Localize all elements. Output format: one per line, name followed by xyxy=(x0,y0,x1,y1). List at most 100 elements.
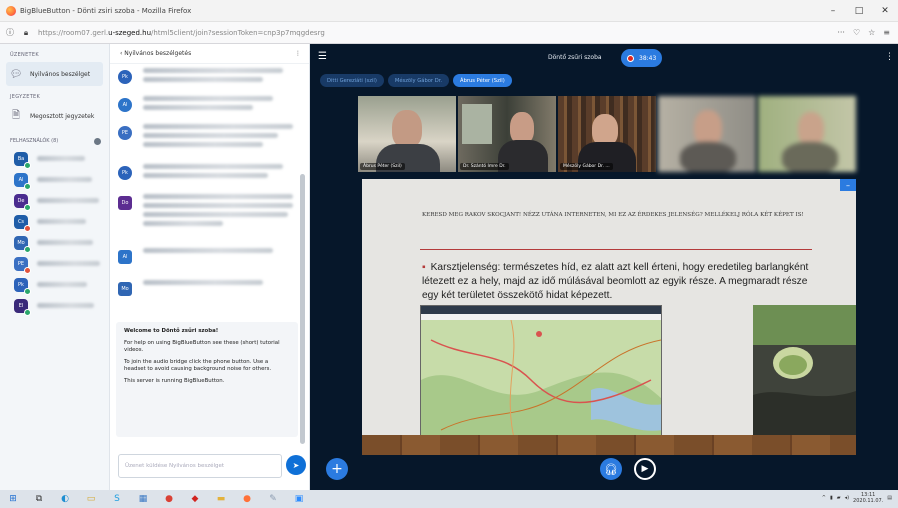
notifications-icon[interactable]: ▤ xyxy=(887,495,892,501)
maximize-button[interactable]: □ xyxy=(846,0,872,22)
webcam-tile[interactable]: Mészöly Gábor Dr. ... xyxy=(558,96,656,172)
skype-icon[interactable]: S xyxy=(109,492,125,506)
system-tray: ^ ▮ ▰ ◂) 13:11 2020.11.07. ▤ xyxy=(822,492,892,504)
paint-icon[interactable]: ✎ xyxy=(265,492,281,506)
audio-headset-button[interactable]: 🎧︎ xyxy=(600,458,622,480)
minimize-button[interactable]: – xyxy=(820,0,846,22)
firefox-icon[interactable]: ● xyxy=(239,492,255,506)
options-menu-icon[interactable]: ⋮ xyxy=(885,52,894,62)
zoom-icon[interactable]: ▣ xyxy=(291,492,307,506)
avatar: Al xyxy=(14,172,31,190)
chat-message: Mo xyxy=(110,280,263,296)
url-field[interactable]: https://room07.gerl.u-szeged.hu/html5cli… xyxy=(38,29,837,37)
page-info-icon[interactable]: ⓘ xyxy=(4,27,16,38)
user-list-item[interactable]: Mo xyxy=(0,232,109,253)
blurred-user-name xyxy=(37,282,87,287)
webcam-tile[interactable] xyxy=(658,96,756,172)
gear-icon[interactable] xyxy=(94,137,101,145)
user-list-item[interactable]: De xyxy=(0,190,109,211)
welcome-title: Welcome to Döntő zsűri szoba! xyxy=(124,328,219,334)
slide-floor xyxy=(362,435,856,455)
avatar: Mo xyxy=(14,235,31,253)
bbb-app: ÜZENETEK 💬︎ Nyilvános beszélget JEGYZETE… xyxy=(0,44,898,490)
avatar: Do xyxy=(118,196,132,210)
public-chat-item[interactable]: 💬︎ Nyilvános beszélget xyxy=(6,62,103,86)
folder-icon[interactable]: ▬ xyxy=(213,492,229,506)
network-icon[interactable]: ▰ xyxy=(837,495,841,501)
chat-scrollbar[interactable] xyxy=(298,64,306,444)
edge-icon[interactable]: ◐ xyxy=(57,492,73,506)
user-list-panel: ÜZENETEK 💬︎ Nyilvános beszélget JEGYZETE… xyxy=(0,44,110,490)
avatar: Ba xyxy=(14,151,31,169)
participant-face xyxy=(392,110,422,148)
avatar-initials: Al xyxy=(122,254,128,260)
conference-name: Döntő zsűri szoba xyxy=(548,54,602,61)
status-dot xyxy=(24,308,31,316)
volume-icon[interactable]: ◂) xyxy=(845,495,849,501)
scrollbar-thumb[interactable] xyxy=(300,174,305,444)
welcome-audio: To join the audio bridge click the phone… xyxy=(124,359,272,372)
webcam-tile[interactable]: Dr. Szántó Imre Dr. xyxy=(458,96,556,172)
slide-bullet-text: Karsztjelenség: természetes híd, ez alat… xyxy=(422,262,809,301)
message-lines xyxy=(134,164,283,182)
webcam-name: Dr. Szántó Imre Dr. xyxy=(460,163,509,170)
webcam-tile[interactable]: Ábrus Péter (Szil) xyxy=(358,96,456,172)
user-list-item[interactable]: Ba xyxy=(0,148,109,169)
talker-chip[interactable]: Mészöly Gábor Dr. xyxy=(387,74,450,87)
top-bar: ☰ Döntő zsűri szoba 38:43 ⋮ xyxy=(310,44,898,74)
bookmark-star-icon[interactable]: ☆ xyxy=(868,28,875,37)
tray-chevron-icon[interactable]: ^ xyxy=(822,495,826,501)
shared-notes-item[interactable]: 🗎︎ Megosztott jegyzetek xyxy=(0,104,109,128)
user-list-item[interactable]: El xyxy=(0,295,109,316)
message-lines xyxy=(134,280,263,289)
task-view-icon[interactable]: ⧉ xyxy=(31,492,47,506)
avatar: Cs xyxy=(14,214,31,232)
webcam-tile[interactable] xyxy=(758,96,856,172)
minimize-presentation-button[interactable]: – xyxy=(840,179,856,191)
user-list-item[interactable]: Al xyxy=(0,169,109,190)
talking-indicator: Ditti Gereziáti (szil) Mészöly Gábor Dr.… xyxy=(320,74,512,88)
chat-icon: 💬︎ xyxy=(9,68,23,80)
file-explorer-icon[interactable]: ▭ xyxy=(83,492,99,506)
toggle-userlist-icon[interactable]: ☰ xyxy=(318,51,332,65)
chat-message-input[interactable]: Üzenet küldése Nyilvános beszélget xyxy=(118,454,282,478)
avatar: De xyxy=(14,193,31,211)
status-dot xyxy=(24,245,31,253)
user-list-item[interactable]: Pk xyxy=(0,274,109,295)
menu-icon[interactable]: ≡ xyxy=(883,28,890,37)
notes-heading: JEGYZETEK xyxy=(10,94,41,100)
chat-message: Al xyxy=(110,248,273,264)
map-screenshot-image xyxy=(420,305,662,453)
talker-chip[interactable]: Ditti Gereziáti (szil) xyxy=(320,74,384,87)
chrome-icon[interactable]: ● xyxy=(161,492,177,506)
chat-options-icon[interactable]: ⋮ xyxy=(295,50,301,57)
pocket-icon[interactable]: ♡ xyxy=(853,28,860,37)
recording-indicator[interactable]: 38:43 xyxy=(621,49,663,67)
page-actions-icon[interactable]: ··· xyxy=(837,28,845,37)
share-webcam-button[interactable]: ▶ xyxy=(634,458,656,480)
user-list-item[interactable]: PE xyxy=(0,253,109,274)
blurred-message-text xyxy=(143,212,288,217)
photo-graphic xyxy=(753,305,856,441)
user-list-item[interactable]: Cs xyxy=(0,211,109,232)
blurred-message-text xyxy=(143,164,283,169)
blurred-message-text xyxy=(143,133,278,138)
clock[interactable]: 13:11 2020.11.07. xyxy=(853,492,883,504)
blurred-message-text xyxy=(143,194,293,199)
blurred-message-text xyxy=(143,173,268,178)
windows-start-icon[interactable]: ⊞ xyxy=(5,492,21,506)
actions-button[interactable]: + xyxy=(326,458,348,480)
presentation-slide[interactable]: – KERESD MEG RAKOV SKOCJANT! NÉZZ UTÁNA … xyxy=(362,179,856,455)
calendar-icon[interactable]: ▦ xyxy=(135,492,151,506)
message-lines xyxy=(134,124,293,151)
battery-icon[interactable]: ▮ xyxy=(830,495,833,501)
photo-ground xyxy=(753,391,856,441)
webcam-strip: Ábrus Péter (Szil) Dr. Szántó Imre Dr. M… xyxy=(358,96,856,172)
send-message-button[interactable]: ➤ xyxy=(286,455,306,475)
acrobat-icon[interactable]: ◆ xyxy=(187,492,203,506)
talker-chip-active[interactable]: Ábrus Péter (Szil) xyxy=(453,74,512,87)
chat-title[interactable]: ‹ Nyilvános beszélgetés xyxy=(120,50,191,57)
close-button[interactable]: ✕ xyxy=(872,0,898,22)
firefox-logo-icon xyxy=(6,5,16,16)
lock-icon[interactable]: 🔒︎ xyxy=(20,28,32,38)
